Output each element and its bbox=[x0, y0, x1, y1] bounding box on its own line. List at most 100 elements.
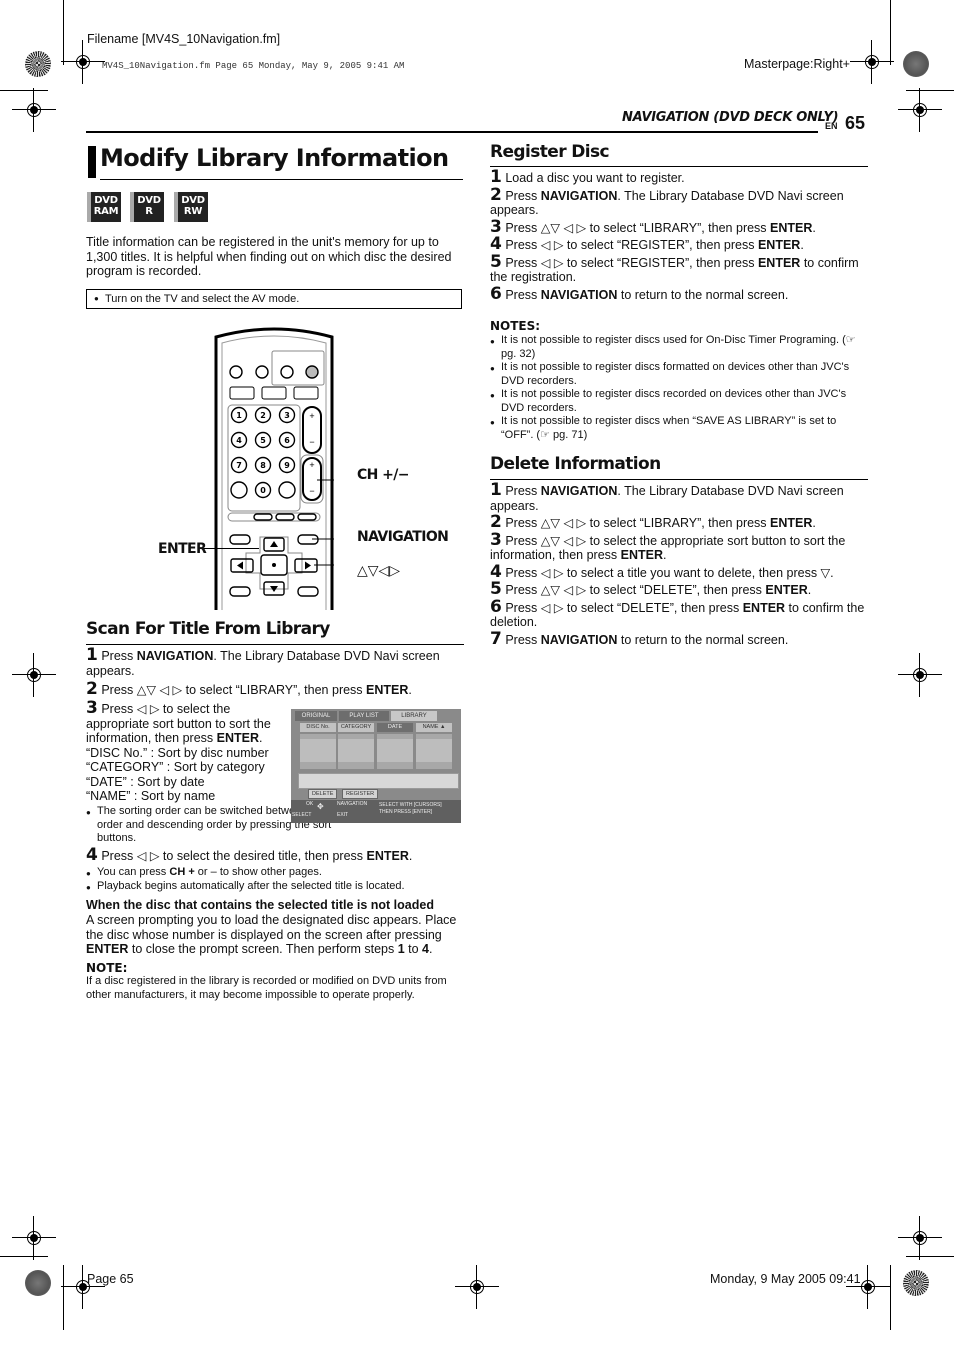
delete-step-6: 6 Press ◁ ▷ to select “DELETE”, then pre… bbox=[490, 596, 865, 629]
crop-line bbox=[0, 1256, 48, 1257]
registration-disc-icon bbox=[25, 1270, 51, 1296]
key-4: 4 bbox=[236, 436, 242, 445]
scan-step-4-bullets: You can press CH + or – to show other pa… bbox=[86, 866, 465, 893]
dvd-r-badge: DVD R bbox=[130, 192, 164, 222]
delete-step-5: 5 Press △▽ ◁ ▷ to select “DELETE”, then … bbox=[490, 579, 812, 599]
key-2: 2 bbox=[260, 411, 266, 420]
osd-tab-original: ORIGINAL bbox=[295, 711, 337, 721]
note-item: It is not possible to register discs whe… bbox=[490, 415, 871, 442]
not-loaded-text: A screen prompting you to load the desig… bbox=[86, 913, 457, 956]
scan-step-3: 3 Press ◁ ▷ to select the appropriate so… bbox=[86, 700, 282, 804]
osd-tab-library: LIBRARY bbox=[391, 711, 437, 721]
crop-line bbox=[63, 1265, 64, 1330]
register-step-3: 3 Press △▽ ◁ ▷ to select “LIBRARY”, then… bbox=[490, 216, 816, 237]
osd-tab-play-list: PLAY LIST bbox=[339, 711, 389, 721]
label-enter: ENTER bbox=[158, 541, 207, 557]
sort-option: “DATE” : Sort by date bbox=[86, 774, 205, 789]
crop-line bbox=[890, 1265, 891, 1330]
label-navigation: NAVIGATION bbox=[357, 529, 449, 545]
key-1: 1 bbox=[236, 411, 242, 420]
note-text: If a disc registered in the library is r… bbox=[86, 975, 447, 1001]
footer-page: Page 65 bbox=[87, 1272, 134, 1286]
registration-mark-icon bbox=[898, 1216, 942, 1260]
osd-col-category: CATEGORY bbox=[338, 723, 374, 732]
register-step-6: 6 Press NAVIGATION to return to the norm… bbox=[490, 283, 789, 304]
bullet-item: You can press CH + or – to show other pa… bbox=[86, 866, 465, 880]
osd-col-name: NAME ▲ bbox=[416, 723, 452, 732]
section-heading-delete: Delete Information bbox=[490, 454, 661, 474]
intro-text: Title information can be registered in t… bbox=[86, 235, 452, 278]
footer-date: Monday, 9 May 2005 09:41 bbox=[710, 1272, 861, 1286]
crop-line bbox=[890, 0, 891, 65]
key-6: 6 bbox=[284, 436, 290, 445]
osd-cursor-icon: ✥ bbox=[317, 802, 324, 811]
scan-step-1: 1 Press NAVIGATION. The Library Database… bbox=[86, 645, 440, 678]
sort-option: “NAME” : Sort by name bbox=[86, 789, 216, 803]
page-number: 65 bbox=[845, 113, 866, 133]
dvd-rw-badge: DVD RW bbox=[174, 192, 208, 222]
title-rule bbox=[100, 179, 463, 180]
registration-mark-icon bbox=[898, 88, 942, 132]
crop-line bbox=[63, 0, 64, 65]
registration-mark-icon bbox=[12, 1216, 56, 1260]
label-arrows: △▽◁▷ bbox=[357, 562, 401, 578]
delete-steps: 1 Press NAVIGATION. The Library Database… bbox=[490, 482, 870, 649]
registration-mark-icon bbox=[12, 653, 56, 697]
remote-control-illustration: 1 2 3 4 5 6 7 8 9 0 + − + − bbox=[214, 327, 334, 610]
crop-line bbox=[0, 90, 48, 91]
masterpage-label: Masterpage:Right+ bbox=[744, 57, 850, 71]
registration-mark-icon bbox=[12, 88, 56, 132]
svg-text:+: + bbox=[309, 460, 314, 470]
language-label: EN bbox=[825, 121, 838, 131]
crop-line bbox=[906, 90, 954, 91]
crop-line bbox=[906, 1256, 954, 1257]
register-steps: 1 Load a disc you want to register. 2 Pr… bbox=[490, 167, 870, 304]
scan-step-2: 2 Press △▽ ◁ ▷ to select “LIBRARY”, then… bbox=[86, 679, 412, 699]
registration-disc-icon bbox=[903, 1270, 929, 1296]
scan-step-4: 4 Press ◁ ▷ to select the desired title,… bbox=[86, 845, 413, 865]
registration-mark-icon bbox=[61, 40, 105, 84]
note-item: It is not possible to register discs rec… bbox=[490, 388, 871, 415]
preparation-note: Turn on the TV and select the AV mode. bbox=[86, 289, 462, 309]
registration-mark-icon bbox=[898, 653, 942, 697]
register-step-1: 1 Load a disc you want to register. bbox=[490, 167, 685, 187]
print-filename: Filename [MV4S_10Navigation.fm] bbox=[87, 32, 281, 46]
key-3: 3 bbox=[284, 411, 290, 420]
note-item: It is not possible to register discs use… bbox=[490, 334, 871, 361]
running-header-section: NAVIGATION (DVD DECK ONLY) bbox=[622, 110, 839, 125]
osd-title-cell bbox=[300, 734, 336, 769]
svg-text:−: − bbox=[309, 437, 314, 447]
preparation-note-text: Turn on the TV and select the AV mode. bbox=[105, 293, 299, 305]
osd-title-cell bbox=[416, 734, 452, 769]
registration-mark-icon bbox=[846, 1265, 890, 1309]
dvd-ram-badge: DVD RAM bbox=[87, 192, 121, 222]
delete-step-2: 2 Press △▽ ◁ ▷ to select “LIBRARY”, then… bbox=[490, 512, 816, 532]
header-rule bbox=[86, 131, 818, 133]
notes-heading: NOTES: bbox=[490, 319, 541, 333]
osd-col-disc-no: DISC No. bbox=[300, 723, 336, 732]
label-ch-plus-minus: CH +/− bbox=[357, 467, 409, 483]
key-9: 9 bbox=[284, 461, 290, 470]
section-rule bbox=[490, 479, 868, 480]
delete-step-4: 4 Press ◁ ▷ to select a title you want t… bbox=[490, 561, 834, 582]
registration-mark-icon bbox=[455, 1265, 499, 1309]
register-notes: It is not possible to register discs use… bbox=[490, 334, 871, 442]
osd-info-field bbox=[298, 773, 459, 789]
registration-disc-icon bbox=[903, 51, 929, 77]
enter-leader-line bbox=[199, 548, 259, 549]
not-loaded-heading: When the disc that contains the selected… bbox=[86, 898, 434, 912]
register-step-2: 2 Press NAVIGATION. The Library Database… bbox=[490, 184, 844, 217]
sort-option: “DISC No.” : Sort by disc number bbox=[86, 745, 269, 760]
delete-step-7: 7 Press NAVIGATION to return to the norm… bbox=[490, 628, 789, 649]
page-title: Modify Library Information bbox=[100, 144, 449, 172]
library-osd-screenshot: ORIGINAL PLAY LIST LIBRARY DISC No. CATE… bbox=[291, 709, 461, 823]
delete-step-3: 3 Press △▽ ◁ ▷ to select the appropriate… bbox=[490, 529, 846, 562]
section-heading-register: Register Disc bbox=[490, 142, 610, 162]
key-8: 8 bbox=[260, 461, 266, 470]
svg-text:+: + bbox=[309, 411, 314, 421]
osd-col-date: DATE bbox=[377, 723, 413, 732]
note-heading: NOTE: bbox=[86, 961, 128, 975]
osd-title-cell bbox=[377, 734, 413, 769]
note-item: It is not possible to register discs for… bbox=[490, 361, 871, 388]
print-timestamp: MV4S_10Navigation.fm Page 65 Monday, May… bbox=[102, 61, 405, 71]
